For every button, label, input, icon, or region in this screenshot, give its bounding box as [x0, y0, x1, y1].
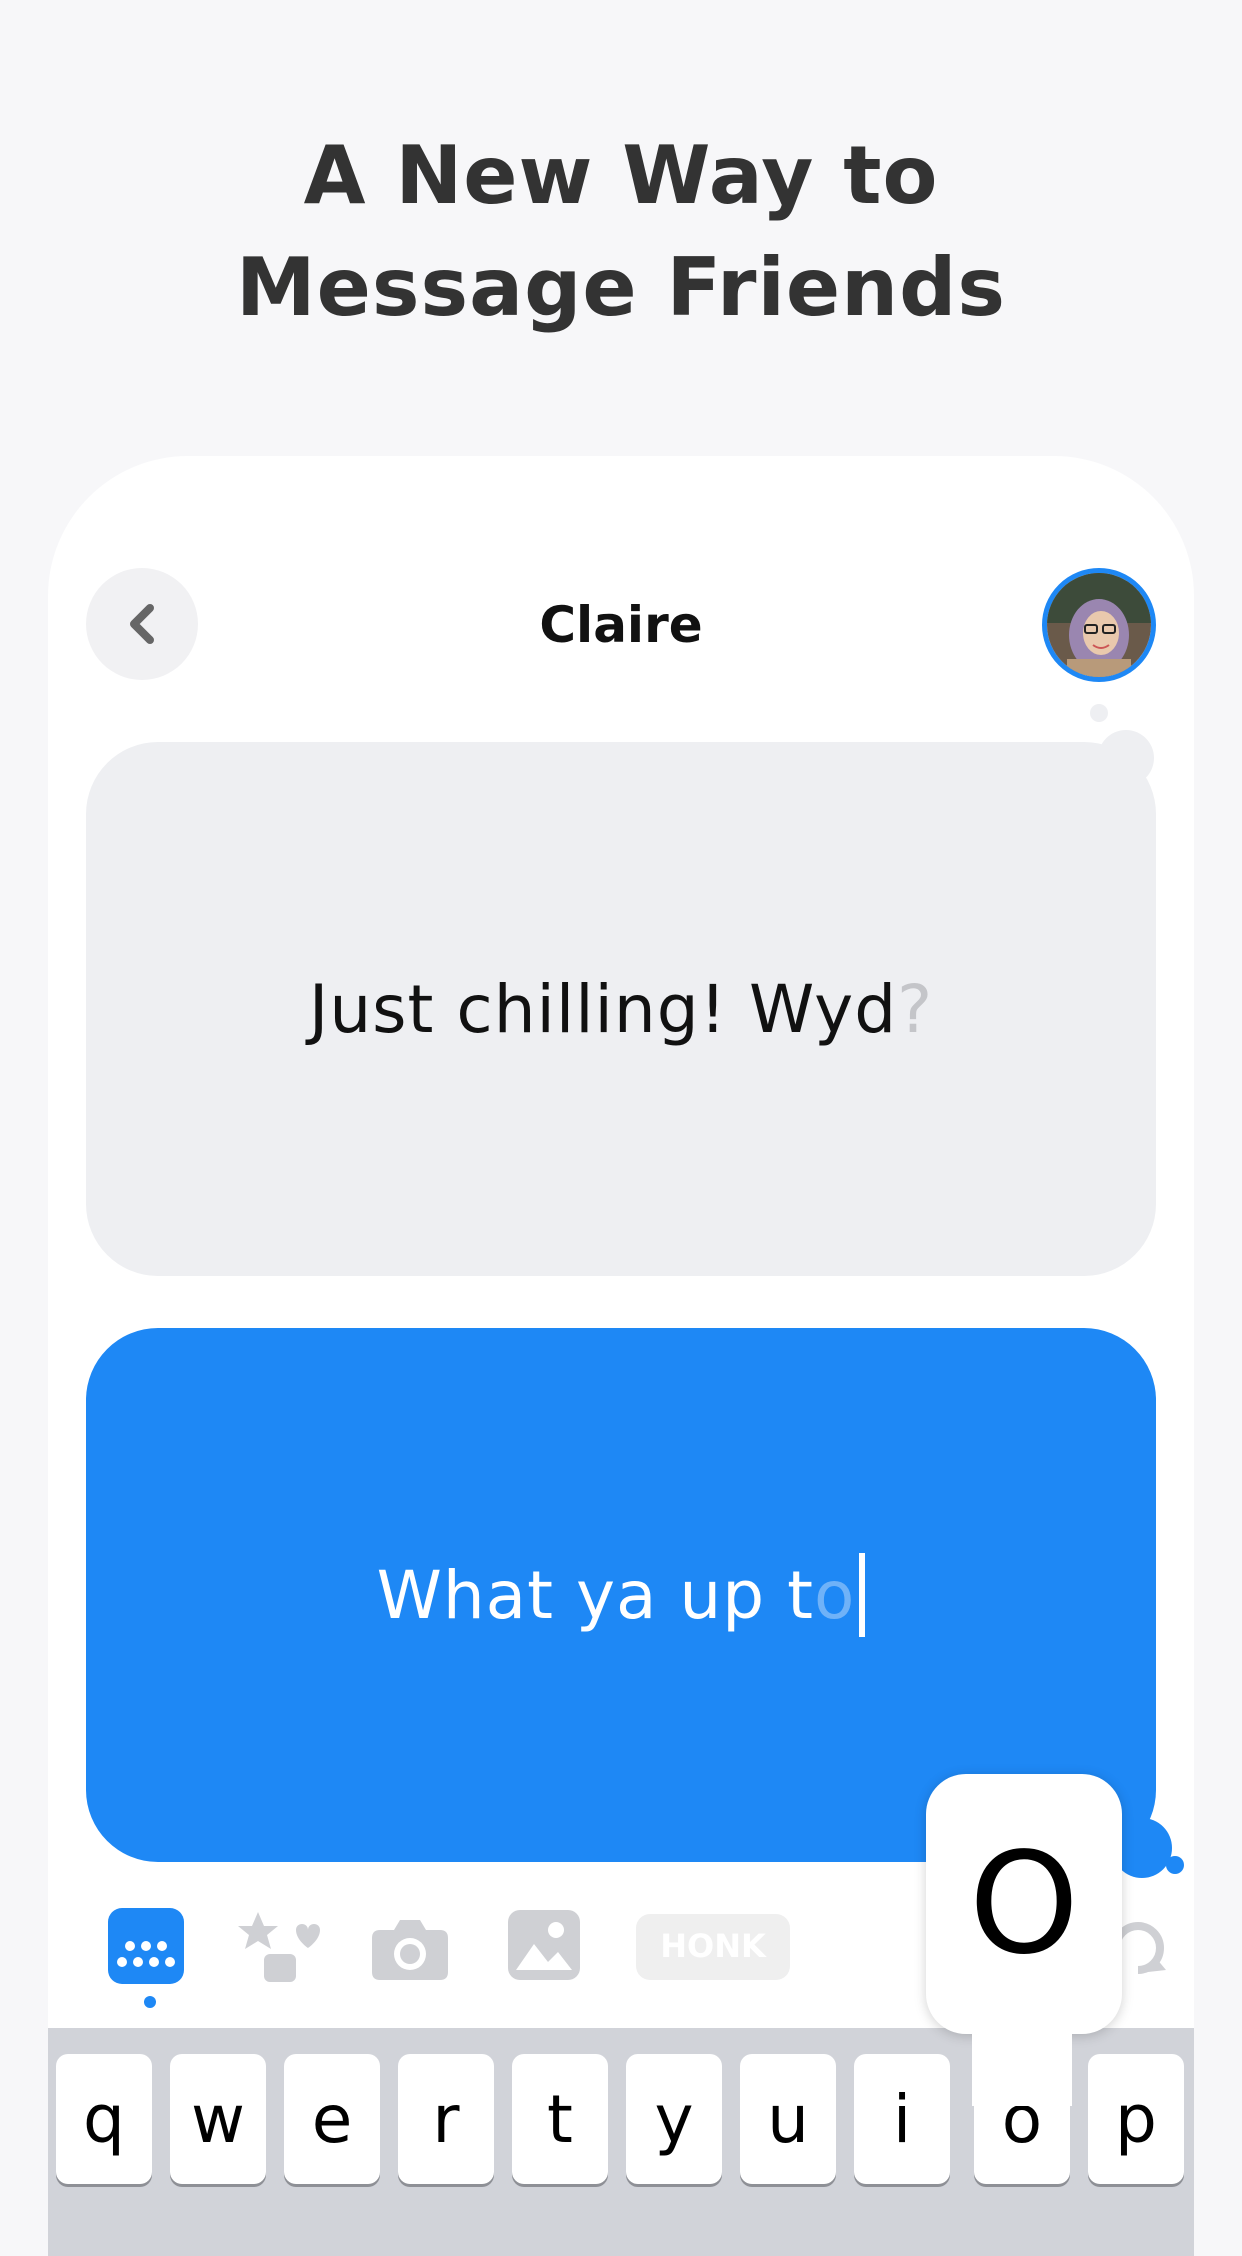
key-q[interactable]: q [56, 2054, 152, 2184]
incoming-message-bubble: Just chilling! Wyd? [86, 742, 1156, 1276]
key-r[interactable]: r [398, 2054, 494, 2184]
phone-frame: Claire Just chilling! Wyd? What ya up to [48, 456, 1194, 2256]
key-i[interactable]: i [854, 2054, 950, 2184]
key-t[interactable]: t [512, 2054, 608, 2184]
key-press-popup: O [926, 1774, 1122, 2034]
key-y[interactable]: y [626, 2054, 722, 2184]
key-w[interactable]: w [170, 2054, 266, 2184]
key-p[interactable]: p [1088, 2054, 1184, 2184]
outgoing-draft-text: What ya up t [376, 1556, 815, 1634]
incoming-message-typing-suffix: ? [897, 970, 934, 1048]
photo-icon[interactable] [508, 1908, 580, 1984]
honk-icon[interactable]: HONK [636, 1914, 790, 1984]
key-e[interactable]: e [284, 2054, 380, 2184]
outgoing-draft-ghost-letter: o [814, 1556, 856, 1634]
bubble-tail-dot-small [1166, 1856, 1184, 1874]
key-popup-stem [972, 2016, 1072, 2106]
key-u[interactable]: u [740, 2054, 836, 2184]
avatar[interactable] [1042, 568, 1156, 682]
incoming-message-text: Just chilling! Wyd [308, 970, 898, 1048]
active-tab-indicator [144, 1996, 156, 2008]
honk-label: HONK [660, 1927, 767, 1965]
contact-name: Claire [539, 596, 703, 654]
camera-icon[interactable] [370, 1908, 450, 1988]
stickers-icon[interactable] [236, 1908, 326, 1988]
headline-line-1: A New Way to [303, 129, 939, 222]
headline-line-2: Message Friends [236, 241, 1006, 334]
headline: A New Way to Message Friends [0, 120, 1242, 344]
text-cursor [859, 1553, 866, 1637]
keyboard-icon[interactable] [108, 1908, 184, 1988]
thought-dot-small [1090, 704, 1108, 722]
